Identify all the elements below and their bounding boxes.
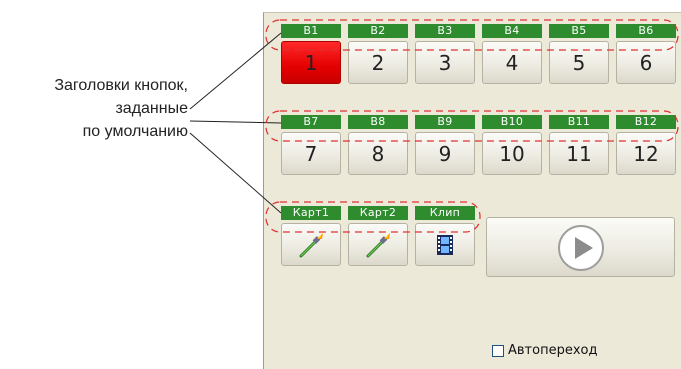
brush-icon: [299, 232, 323, 257]
tile-b1: B1 1: [281, 24, 341, 84]
tile-b5: B5 5: [549, 24, 609, 84]
tile-b10: B10 10: [482, 115, 542, 175]
button-7[interactable]: 7: [281, 132, 341, 175]
caption-kart1: Карт1: [281, 206, 341, 220]
autotransition-row: Автопереход: [492, 343, 597, 358]
tile-b2: B2 2: [348, 24, 408, 84]
caption-b11: B11: [549, 115, 609, 129]
caption-b4: B4: [482, 24, 542, 38]
caption-b3: B3: [415, 24, 475, 38]
button-10[interactable]: 10: [482, 132, 542, 175]
caption-klip: Клип: [415, 206, 475, 220]
button-5[interactable]: 5: [549, 41, 609, 84]
caption-b6: B6: [616, 24, 676, 38]
callout-line-2: заданные: [115, 100, 188, 117]
button-1[interactable]: 1: [281, 41, 341, 84]
button-6[interactable]: 6: [616, 41, 676, 84]
button-12[interactable]: 12: [616, 132, 676, 175]
tile-b12: B12 12: [616, 115, 676, 175]
brush-icon: [366, 232, 390, 257]
button-3[interactable]: 3: [415, 41, 475, 84]
caption-kart2: Карт2: [348, 206, 408, 220]
button-8[interactable]: 8: [348, 132, 408, 175]
tile-b7: B7 7: [281, 115, 341, 175]
tile-b11: B11 11: [549, 115, 609, 175]
callout-text: Заголовки кнопок, заданные по умолчанию: [0, 74, 188, 143]
callout-line-3: по умолчанию: [82, 123, 188, 140]
callout-line-1: Заголовки кнопок,: [54, 77, 188, 94]
autotransition-label: Автопереход: [508, 343, 598, 358]
caption-b2: B2: [348, 24, 408, 38]
button-4[interactable]: 4: [482, 41, 542, 84]
caption-b7: B7: [281, 115, 341, 129]
tile-kart2: Карт2: [348, 206, 408, 266]
tile-kart1: Карт1: [281, 206, 341, 266]
button-9[interactable]: 9: [415, 132, 475, 175]
play-icon: [558, 225, 604, 271]
tile-b8: B8 8: [348, 115, 408, 175]
film-icon: [437, 234, 453, 255]
tile-b3: B3 3: [415, 24, 475, 84]
button-11[interactable]: 11: [549, 132, 609, 175]
caption-b8: B8: [348, 115, 408, 129]
button-klip[interactable]: [415, 223, 475, 266]
caption-b5: B5: [549, 24, 609, 38]
autotransition-checkbox[interactable]: [492, 344, 504, 357]
tile-klip: Клип: [415, 206, 475, 266]
caption-b9: B9: [415, 115, 475, 129]
button-kart2[interactable]: [348, 223, 408, 266]
button-kart1[interactable]: [281, 223, 341, 266]
tile-b6: B6 6: [616, 24, 676, 84]
play-button[interactable]: [486, 217, 675, 277]
tile-b9: B9 9: [415, 115, 475, 175]
caption-b12: B12: [616, 115, 676, 129]
button-2[interactable]: 2: [348, 41, 408, 84]
caption-b1: B1: [281, 24, 341, 38]
tile-b4: B4 4: [482, 24, 542, 84]
caption-b10: B10: [482, 115, 542, 129]
